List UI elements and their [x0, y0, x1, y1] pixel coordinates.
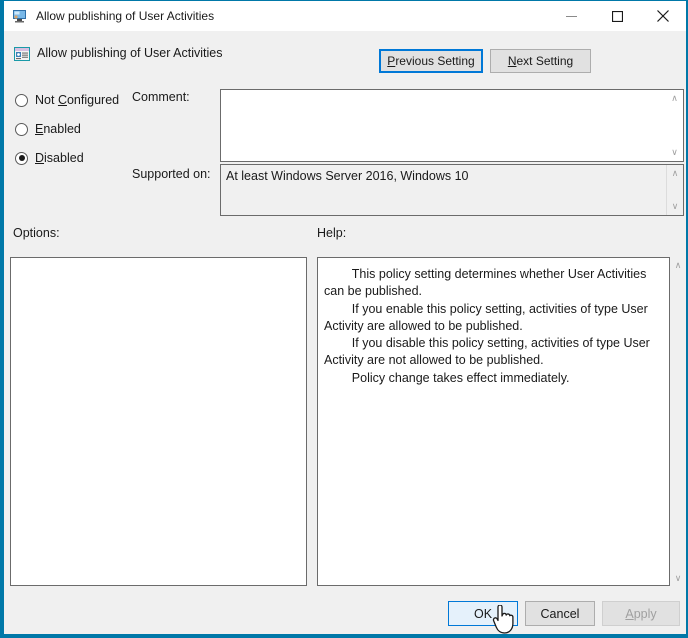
supported-on-value: At least Windows Server 2016, Windows 10 — [221, 165, 666, 215]
radio-enabled[interactable]: Enabled — [15, 122, 81, 136]
radio-label-enabled: Enabled — [35, 122, 81, 136]
window-title: Allow publishing of User Activities — [36, 9, 548, 23]
comment-label: Comment: — [132, 90, 190, 104]
ok-button[interactable]: OK — [448, 601, 518, 626]
apply-accelerator: A — [625, 607, 633, 621]
radio-mark-not-configured — [15, 94, 28, 107]
apply-button: Apply — [602, 601, 680, 626]
cancel-button[interactable]: Cancel — [525, 601, 595, 626]
ok-button-label: OK — [474, 607, 492, 621]
radio-not-configured[interactable]: Not Configured — [15, 93, 119, 107]
policy-setting-title: Allow publishing of User Activities — [37, 46, 223, 60]
radio-disabled[interactable]: Disabled — [15, 151, 84, 165]
help-text: This policy setting determines whether U… — [318, 258, 669, 395]
supported-on-label: Supported on: — [132, 167, 211, 181]
next-setting-button[interactable]: Next Setting — [490, 49, 591, 73]
help-panel[interactable]: This policy setting determines whether U… — [317, 257, 670, 586]
help-label: Help: — [317, 226, 346, 240]
options-panel[interactable] — [10, 257, 307, 586]
group-policy-setting-icon — [13, 45, 31, 63]
monitor-policy-icon — [12, 8, 28, 24]
close-button[interactable] — [640, 1, 686, 31]
cancel-button-label: Cancel — [541, 607, 580, 621]
maximize-button[interactable] — [594, 1, 640, 31]
radio-mark-disabled — [15, 152, 28, 165]
minimize-button[interactable] — [548, 1, 594, 31]
supported-on-scrollbar[interactable]: ∧ ∨ — [666, 165, 683, 215]
radio-label-disabled: Disabled — [35, 151, 84, 165]
apply-button-label: pply — [634, 607, 657, 621]
previous-setting-button[interactable]: Previous Setting — [379, 49, 483, 73]
next-setting-accelerator: N — [508, 54, 517, 68]
options-content — [11, 258, 306, 270]
previous-setting-label: revious Setting — [395, 54, 474, 68]
radio-label-not-configured: Not Configured — [35, 93, 119, 107]
comment-scrollbar[interactable]: ∧ ∨ — [666, 90, 683, 161]
next-setting-label: ext Setting — [516, 54, 573, 68]
radio-mark-enabled — [15, 123, 28, 136]
scroll-down-icon[interactable]: ∨ — [666, 144, 683, 161]
scroll-down-icon[interactable]: ∨ — [667, 198, 684, 215]
options-label: Options: — [13, 226, 60, 240]
scroll-up-icon[interactable]: ∧ — [670, 257, 686, 273]
scroll-up-icon[interactable]: ∧ — [667, 165, 684, 182]
title-bar: Allow publishing of User Activities — [4, 1, 686, 31]
previous-setting-accelerator: P — [387, 54, 395, 68]
comment-value[interactable] — [221, 90, 666, 161]
supported-on-textbox[interactable]: At least Windows Server 2016, Windows 10… — [220, 164, 684, 216]
help-scrollbar[interactable]: ∧ ∨ — [670, 257, 686, 586]
scroll-down-icon[interactable]: ∨ — [670, 570, 686, 586]
scroll-up-icon[interactable]: ∧ — [666, 90, 683, 107]
policy-setting-dialog: Allow publishing of User Activities — [0, 0, 688, 638]
comment-textbox[interactable]: ∧ ∨ — [220, 89, 684, 162]
